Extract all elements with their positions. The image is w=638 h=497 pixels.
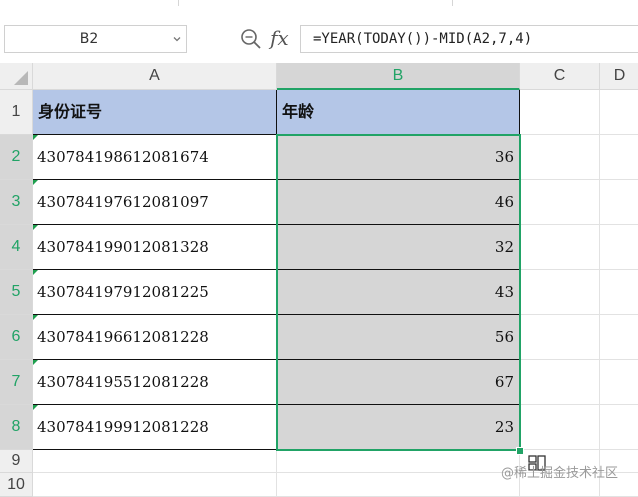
error-marker-icon	[33, 135, 38, 140]
cell-b9[interactable]	[277, 450, 520, 473]
id-cell-a6[interactable]: 430784196612081228	[33, 315, 277, 360]
column-header-d[interactable]: D	[600, 63, 638, 90]
id-value: 430784197912081225	[37, 283, 209, 301]
spreadsheet-grid: A B C D 1 2 3 4 5 6 7 8 9 10 身份证号 年龄 430784198612081674 3…	[0, 63, 638, 497]
row-header-2[interactable]: 2	[0, 135, 33, 180]
error-marker-icon	[33, 180, 38, 185]
age-cell-b4[interactable]: 32	[277, 225, 520, 270]
row-header-9[interactable]: 9	[0, 450, 33, 473]
name-box-value: B2	[79, 31, 99, 47]
zoom-icon[interactable]	[240, 28, 262, 50]
cell-d8[interactable]	[600, 405, 638, 450]
cell-c6[interactable]	[520, 315, 600, 360]
header-cell-a1[interactable]: 身份证号	[33, 90, 277, 135]
cell-c2[interactable]	[520, 135, 600, 180]
row-header-1[interactable]: 1	[0, 90, 33, 135]
id-value: 430784199012081328	[37, 238, 209, 256]
header-cell-b1[interactable]: 年龄	[277, 90, 520, 135]
cell-d5[interactable]	[600, 270, 638, 315]
row-header-7[interactable]: 7	[0, 360, 33, 405]
row-header-3[interactable]: 3	[0, 180, 33, 225]
select-all-corner[interactable]	[0, 63, 33, 90]
cell-c4[interactable]	[520, 225, 600, 270]
id-cell-a4[interactable]: 430784199012081328	[33, 225, 277, 270]
cell-d2[interactable]	[600, 135, 638, 180]
id-cell-a2[interactable]: 430784198612081674	[33, 135, 277, 180]
cell-d7[interactable]	[600, 360, 638, 405]
name-box[interactable]: B2	[4, 25, 187, 53]
age-cell-b8[interactable]: 23	[277, 405, 520, 450]
cell-d4[interactable]	[600, 225, 638, 270]
select-all-icon	[14, 71, 28, 85]
strip-tick	[452, 0, 453, 6]
row-header-10[interactable]: 10	[0, 473, 33, 497]
watermark: @稀土掘金技术社区	[501, 466, 619, 481]
fill-handle[interactable]	[516, 447, 524, 455]
row-header-4[interactable]: 4	[0, 225, 33, 270]
column-header-b[interactable]: B	[277, 63, 520, 90]
error-marker-icon	[33, 270, 38, 275]
error-marker-icon	[33, 360, 38, 365]
row-header-5[interactable]: 5	[0, 270, 33, 315]
formula-input[interactable]: =YEAR(TODAY())-MID(A2,7,4)	[300, 25, 638, 53]
age-cell-b6[interactable]: 56	[277, 315, 520, 360]
cell-c7[interactable]	[520, 360, 600, 405]
id-cell-a8[interactable]: 430784199912081228	[33, 405, 277, 450]
id-value: 430784197612081097	[37, 193, 209, 211]
strip-tick	[178, 0, 179, 6]
id-value: 430784199912081228	[37, 418, 209, 436]
error-marker-icon	[33, 225, 38, 230]
cell-c5[interactable]	[520, 270, 600, 315]
error-marker-icon	[33, 405, 38, 410]
id-value: 430784196612081228	[37, 328, 209, 346]
cell-c8[interactable]	[520, 405, 600, 450]
column-header-c[interactable]: C	[520, 63, 600, 90]
cell-c1[interactable]	[520, 90, 600, 135]
id-value: 430784195512081228	[37, 373, 209, 391]
age-cell-b7[interactable]: 67	[277, 360, 520, 405]
column-header-a[interactable]: A	[33, 63, 277, 90]
age-cell-b5[interactable]: 43	[277, 270, 520, 315]
fx-icon[interactable]: fx	[270, 24, 294, 52]
id-cell-a3[interactable]: 430784197612081097	[33, 180, 277, 225]
row-header-6[interactable]: 6	[0, 315, 33, 360]
cell-d6[interactable]	[600, 315, 638, 360]
chevron-down-icon[interactable]	[172, 34, 182, 44]
age-cell-b2[interactable]: 36	[277, 135, 520, 180]
row-header-8[interactable]: 8	[0, 405, 33, 450]
id-value: 430784198612081674	[37, 148, 209, 166]
cell-a10[interactable]	[33, 473, 277, 497]
cell-a9[interactable]	[33, 450, 277, 473]
cell-d1[interactable]	[600, 90, 638, 135]
cell-b10[interactable]	[277, 473, 520, 497]
formula-bar: B2 fx =YEAR(TODAY())-MID(A2,7,4)	[0, 10, 638, 66]
age-cell-b3[interactable]: 46	[277, 180, 520, 225]
title-strip	[0, 0, 638, 10]
id-cell-a7[interactable]: 430784195512081228	[33, 360, 277, 405]
cell-c3[interactable]	[520, 180, 600, 225]
cell-d3[interactable]	[600, 180, 638, 225]
error-marker-icon	[33, 315, 38, 320]
id-cell-a5[interactable]: 430784197912081225	[33, 270, 277, 315]
